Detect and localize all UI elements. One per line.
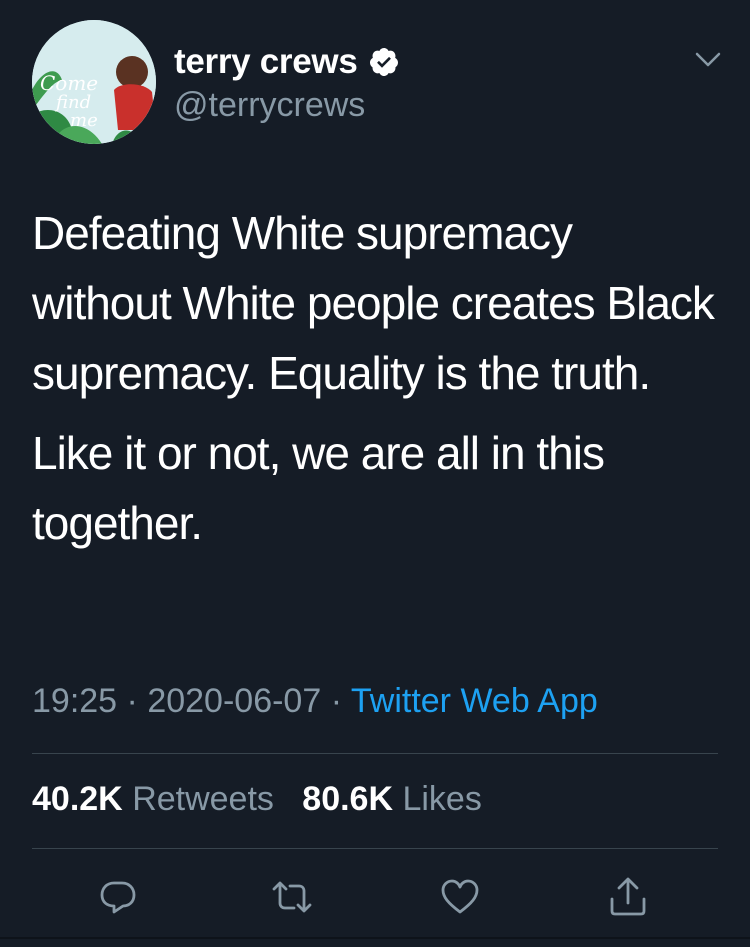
- retweets-stat[interactable]: 40.2K Retweets: [32, 780, 283, 818]
- share-icon[interactable]: [606, 875, 650, 919]
- tweet-meta: 19:25 · 2020-06-07 · Twitter Web App: [32, 682, 598, 721]
- verified-badge-icon: [369, 48, 398, 76]
- meta-separator: ·: [126, 682, 138, 720]
- retweets-label: Retweets: [132, 780, 274, 818]
- divider: [32, 753, 718, 754]
- tweet-stats: 40.2K Retweets 80.6K Likes: [32, 780, 482, 819]
- likes-stat[interactable]: 80.6K Likes: [302, 780, 482, 818]
- avatar[interactable]: Come find me: [32, 20, 156, 144]
- tweet-source-link[interactable]: Twitter Web App: [351, 682, 598, 720]
- retweet-icon[interactable]: [270, 875, 314, 919]
- likes-label: Likes: [402, 780, 482, 818]
- reply-icon[interactable]: [96, 875, 140, 919]
- retweets-count: 40.2K: [32, 780, 123, 818]
- likes-count: 80.6K: [302, 780, 394, 818]
- heart-icon[interactable]: [438, 875, 482, 919]
- action-bar: [0, 875, 750, 919]
- divider: [32, 848, 718, 849]
- tweet-time[interactable]: 19:25: [32, 682, 117, 720]
- display-name-row: terry crews: [174, 40, 400, 84]
- user-info: terry crews @terrycrews: [174, 40, 400, 125]
- meta-separator: ·: [330, 682, 343, 720]
- display-name[interactable]: terry crews: [174, 42, 358, 82]
- chevron-down-icon[interactable]: [694, 50, 722, 70]
- tweet-paragraph: Defeating White supremacy without White …: [32, 207, 715, 399]
- user-handle[interactable]: @terrycrews: [174, 86, 400, 125]
- bottom-divider: [0, 937, 750, 939]
- tweet-text: Defeating White supremacy without White …: [32, 198, 722, 568]
- tweet-date[interactable]: 2020-06-07: [147, 682, 321, 720]
- tweet-paragraph: Like it or not, we are all in this toget…: [32, 427, 605, 549]
- avatar-image: Come find me: [32, 20, 156, 144]
- svg-text:me: me: [70, 110, 98, 131]
